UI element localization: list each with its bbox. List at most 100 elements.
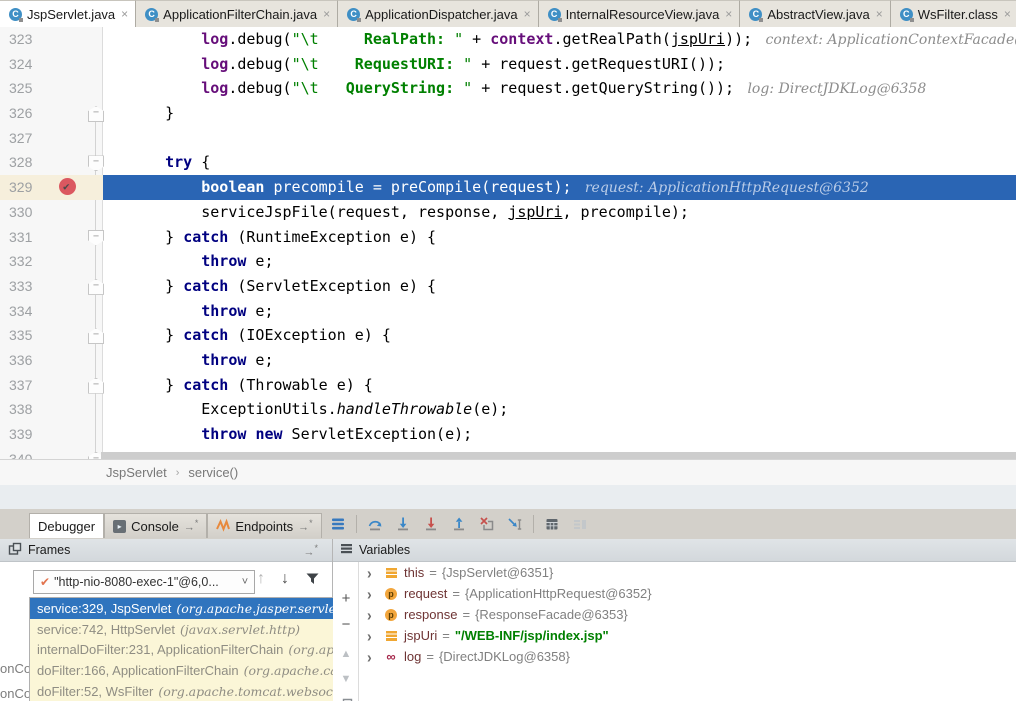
variable-row-log[interactable]: ›∞log={DirectJDKLog@6358} (359, 646, 1016, 667)
code-line-330[interactable]: 330 serviceJspFile(request, response, js… (0, 200, 1016, 225)
variable-row-jspUri[interactable]: ›jspUri="/WEB-INF/jsp/index.jsp" (359, 625, 1016, 646)
thread-selector[interactable]: ✔ "http-nio-8080-exec-1"@6,0... ˅ (33, 570, 255, 594)
line-number: 338 (9, 397, 32, 422)
drop-frame-icon[interactable] (479, 516, 495, 532)
move-watch-up-button[interactable]: ▲ (334, 648, 358, 660)
breadcrumb[interactable]: JspServlet›service() (0, 459, 1016, 485)
fold-marker-icon[interactable]: − (88, 378, 104, 394)
code-line-329[interactable]: 329 boolean precompile = preCompile(requ… (0, 175, 1016, 200)
close-icon[interactable]: × (876, 8, 883, 20)
fold-marker-icon[interactable]: − (88, 155, 104, 171)
code-line-325[interactable]: 325 log.debug("\t QueryString: " + reque… (0, 76, 1016, 101)
move-watch-down-button[interactable]: ▼ (334, 673, 358, 685)
step-into-icon[interactable] (395, 516, 411, 532)
fold-marker-icon[interactable]: − (88, 106, 104, 122)
code-text: throw e; (103, 249, 1016, 274)
editor-tab-abstractview-java[interactable]: CAbstractView.java× (740, 0, 890, 27)
code-line-333[interactable]: 333− } catch (ServletException e) { (0, 274, 1016, 299)
close-icon[interactable]: × (323, 8, 330, 20)
variable-name: response (404, 607, 457, 622)
fold-marker-icon[interactable]: − (88, 328, 104, 344)
equals-sign: = (426, 649, 434, 664)
editor-tab-wsfilter-class[interactable]: CWsFilter.class× (891, 0, 1016, 27)
frames-jump-to-source[interactable]: →* (303, 543, 318, 559)
gutter-line-335: 335− (0, 323, 103, 348)
equals-sign: = (429, 565, 437, 580)
code-line-336[interactable]: 336 throw e; (0, 348, 1016, 373)
variable-row-response[interactable]: ›presponse={ResponseFacade@6353} (359, 604, 1016, 625)
code-line-331[interactable]: 331 − } catch (RuntimeException e) { (0, 225, 1016, 250)
toolbar-separator (533, 515, 534, 533)
toolwindow-tab-console[interactable]: ▸Console→* (104, 513, 207, 538)
code-line-337[interactable]: 337− } catch (Throwable e) { (0, 373, 1016, 398)
variable-row-request[interactable]: ›prequest={ApplicationHttpRequest@6352} (359, 583, 1016, 604)
chevron-down-icon[interactable]: ˅ (236, 576, 254, 588)
force-step-into-icon[interactable] (423, 516, 439, 532)
code-text: } catch (RuntimeException e) { (103, 225, 1016, 250)
expand-chevron-icon[interactable]: › (367, 648, 383, 666)
step-out-icon[interactable] (451, 516, 467, 532)
editor-tab-applicationdispatcher-java[interactable]: CApplicationDispatcher.java× (338, 0, 539, 27)
next-frame-button[interactable]: ↓ (281, 570, 289, 588)
editor-tab-applicationfilterchain-java[interactable]: CApplicationFilterChain.java× (136, 0, 338, 27)
horizontal-scrollbar[interactable] (101, 452, 1016, 459)
stack-frame-row[interactable]: internalDoFilter:231, ApplicationFilterC… (30, 640, 333, 661)
threads-view-icon[interactable] (330, 516, 346, 532)
gutter-line-324: 324 (0, 52, 103, 77)
stack-frame-row[interactable]: doFilter:166, ApplicationFilterChain(org… (30, 660, 333, 681)
frame-package: (org.apache.tomcat.websocket (158, 684, 333, 699)
code-line-328[interactable]: 328− try { (0, 150, 1016, 175)
frame-package: (org.apa (288, 642, 333, 657)
code-line-332[interactable]: 332 throw e; (0, 249, 1016, 274)
variable-row-this[interactable]: ›this={JspServlet@6351} (359, 562, 1016, 583)
editor-tab-internalresourceview-java[interactable]: CInternalResourceView.java× (539, 0, 741, 27)
java-class-icon: C (749, 8, 762, 21)
splitter-strip[interactable] (0, 485, 1016, 509)
code-line-326[interactable]: 326− } (0, 101, 1016, 126)
stack-frame-row[interactable]: service:742, HttpServlet(javax.servlet.h… (30, 619, 333, 640)
breadcrumb-item[interactable]: service() (188, 465, 238, 480)
code-editor[interactable]: 323 log.debug("\t RealPath: " + context.… (0, 27, 1016, 459)
hide-frames-filter-icon[interactable] (305, 572, 320, 591)
code-line-335[interactable]: 335− } catch (IOException e) { (0, 323, 1016, 348)
frame-package: (javax.servlet.http) (180, 622, 300, 637)
evaluate-expression-icon[interactable] (544, 516, 560, 532)
line-number: 331 (9, 225, 32, 250)
line-number: 333 (9, 274, 32, 299)
toolwindow-tab-debugger[interactable]: Debugger (29, 513, 104, 538)
expand-chevron-icon[interactable]: › (367, 585, 383, 603)
editor-tab-bar: CJspServlet.java×CApplicationFilterChain… (0, 0, 1016, 28)
close-icon[interactable]: × (725, 8, 732, 20)
run-to-cursor-icon[interactable] (507, 516, 523, 532)
restore-layout-icon[interactable] (572, 516, 588, 532)
breadcrumb-item[interactable]: JspServlet (106, 465, 167, 480)
code-line-338[interactable]: 338 ExceptionUtils.handleThrowable(e); (0, 397, 1016, 422)
close-icon[interactable]: × (121, 8, 128, 20)
previous-frame-button[interactable]: ↑ (257, 570, 265, 588)
frames-icon (8, 542, 22, 559)
fold-marker-icon[interactable]: − (88, 230, 104, 246)
close-icon[interactable]: × (524, 8, 531, 20)
code-line-334[interactable]: 334 throw e; (0, 299, 1016, 324)
breakpoint-icon[interactable] (59, 178, 76, 195)
line-number: 340 (9, 447, 32, 459)
editor-tab-jspservlet-java[interactable]: CJspServlet.java× (0, 0, 136, 27)
fold-marker-icon[interactable]: − (88, 279, 104, 295)
code-line-339[interactable]: 339 throw new ServletException(e); (0, 422, 1016, 447)
value-icon (383, 631, 399, 641)
step-over-icon[interactable] (367, 516, 383, 532)
expand-chevron-icon[interactable]: › (367, 627, 383, 645)
stack-frame-row[interactable]: doFilter:52, WsFilter(org.apache.tomcat.… (30, 681, 333, 701)
watches-toolbar: + − ▲ ▼ (334, 562, 358, 701)
expand-chevron-icon[interactable]: › (367, 564, 383, 582)
close-icon[interactable]: × (1004, 8, 1011, 20)
add-watch-button[interactable]: + (334, 590, 358, 607)
line-number: 327 (9, 126, 32, 151)
remove-watch-button[interactable]: − (334, 616, 358, 633)
code-line-323[interactable]: 323 log.debug("\t RealPath: " + context.… (0, 27, 1016, 52)
code-line-324[interactable]: 324 log.debug("\t RequestURI: " + reques… (0, 52, 1016, 77)
toolwindow-tab-endpoints[interactable]: Endpoints→* (207, 513, 321, 538)
expand-chevron-icon[interactable]: › (367, 606, 383, 624)
stack-frame-row[interactable]: service:329, JspServlet(org.apache.jaspe… (30, 598, 333, 619)
code-line-327[interactable]: 327 (0, 126, 1016, 151)
